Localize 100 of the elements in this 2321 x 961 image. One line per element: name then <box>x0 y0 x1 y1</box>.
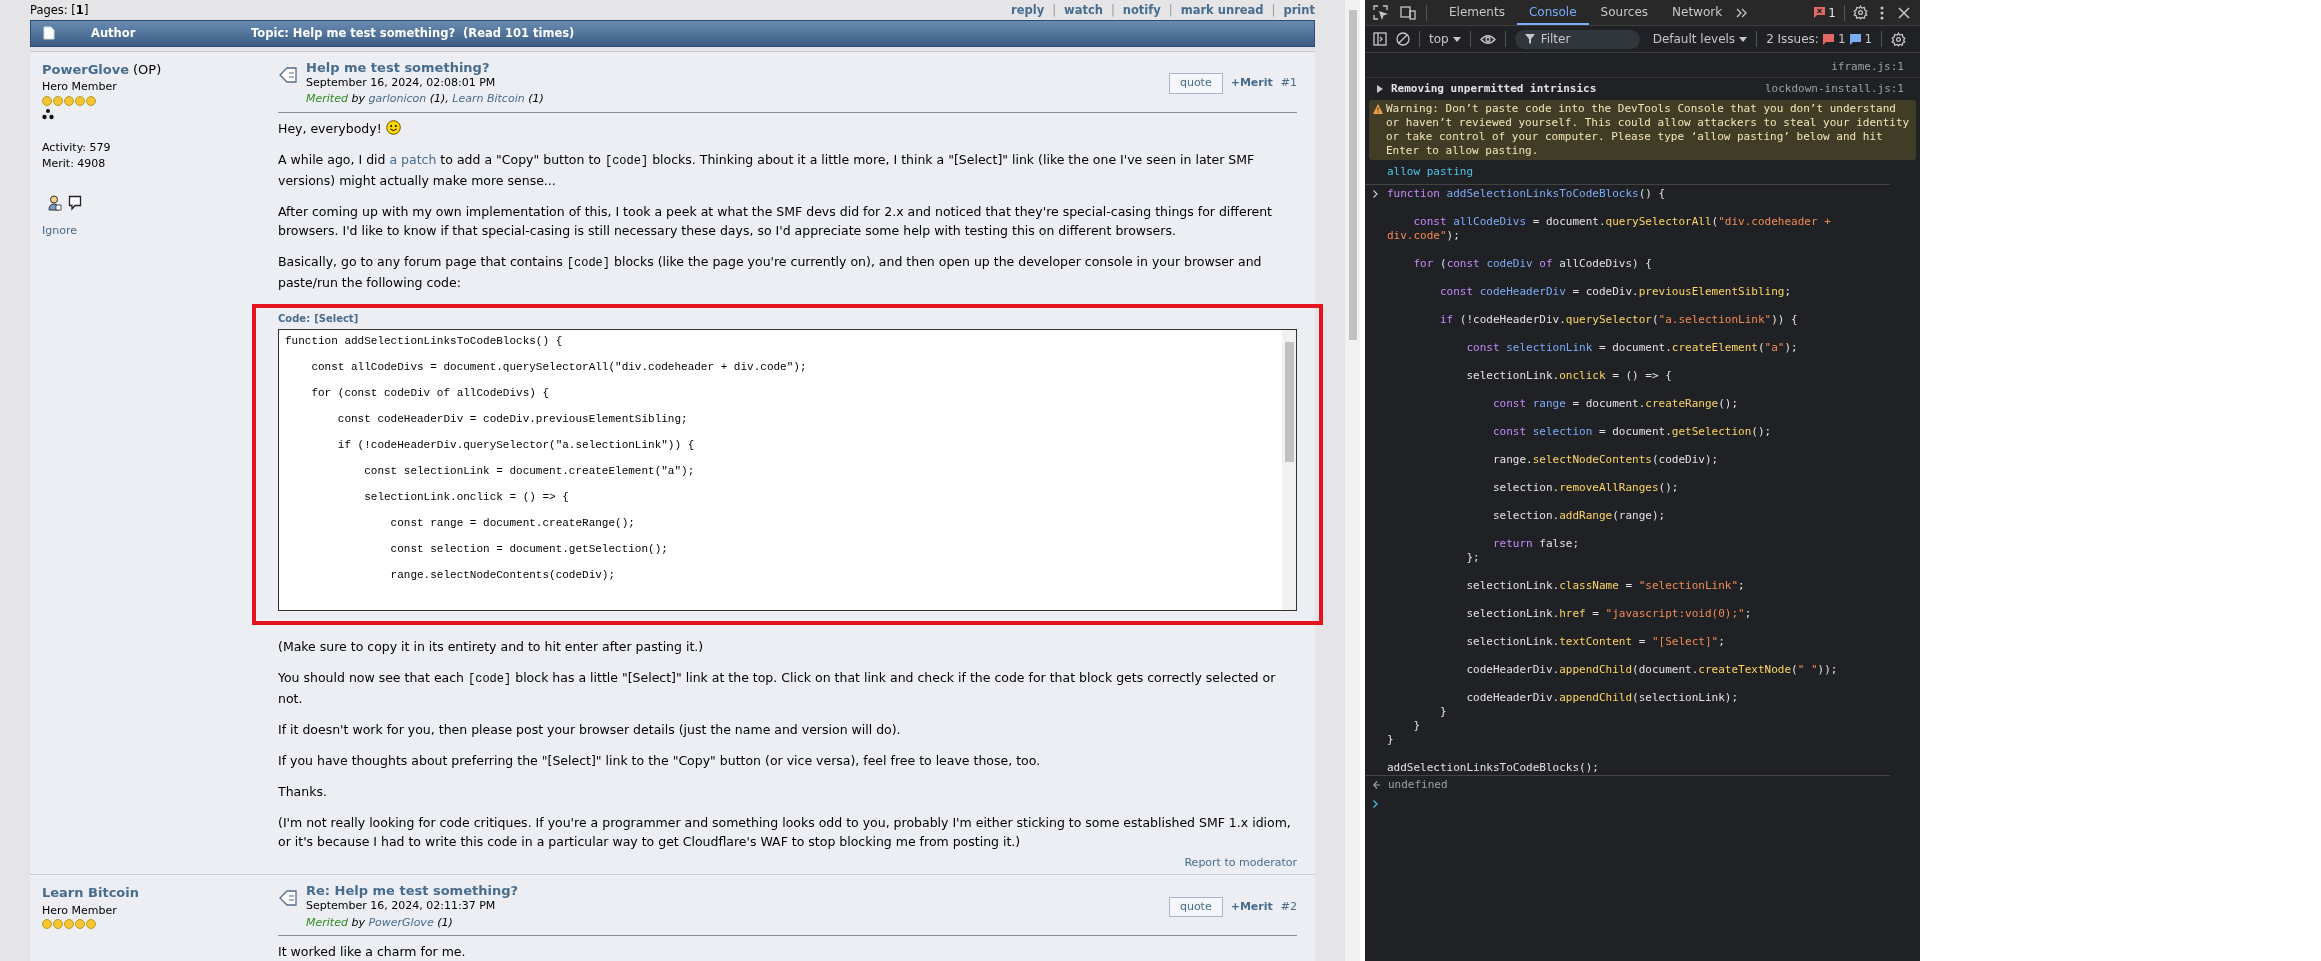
profile-icon[interactable] <box>48 194 62 211</box>
code-line: range.selectNodeContents(codeDiv); <box>389 568 617 581</box>
source-link[interactable]: lockdown-install.js:1 <box>1764 82 1904 96</box>
post-paragraph: Hey, everybody! <box>278 118 1297 138</box>
levels-dropdown[interactable]: Default levels <box>1652 30 1748 48</box>
settings-icon[interactable] <box>1853 5 1868 20</box>
post-title[interactable]: Re: Help me test something? <box>306 883 1161 898</box>
warning-message: Warning: Don’t paste code into the DevTools Console that you don’t understand or haven’t reviewed yourself. This could allow attackers to steal your identity or take control of your computer. Please type ‘allow pasting’ below and hit Enter to allow pasting. <box>1369 100 1916 160</box>
eye-icon[interactable] <box>1479 33 1496 45</box>
caret-icon <box>1452 36 1461 42</box>
post-number[interactable]: #2 <box>1280 898 1297 916</box>
separator: | <box>1052 1 1056 19</box>
code-line: if (!codeHeaderDiv.querySelector("a.selectionLink")) { <box>336 438 696 451</box>
pages-label: Pages: [1] <box>30 1 89 19</box>
console-input-line: selection.removeAllRanges(); <box>1491 481 1680 495</box>
devtools-tab[interactable]: Sources <box>1588 0 1661 25</box>
console-input-line: function addSelectionLinksToCodeBlocks() { <box>1387 187 1667 201</box>
console-input-line: const allCodeDivs = document.querySelectorAll("div.codeheader + div.code"); <box>1387 215 1832 243</box>
topic-action-link[interactable]: print <box>1283 1 1315 19</box>
document-icon <box>43 26 55 41</box>
page-scrollbar[interactable] <box>1345 0 1360 961</box>
author-name[interactable]: Learn Bitcoin <box>42 883 139 903</box>
console-input-line: selectionLink.className = "selectionLink"; <box>1465 579 1746 593</box>
code-scrollbar[interactable] <box>1282 329 1296 610</box>
issues-button[interactable]: 2 Issues: 1 1 <box>1766 30 1873 48</box>
context-dropdown[interactable]: top <box>1429 30 1461 48</box>
post-paragraph: Basically, go to any forum page that contains [code] blocks (like the page you're currently on), and then open up the developer console in your browser and paste/run the following code: <box>278 252 1263 292</box>
console-input-line: selectionLink.onclick = () => { <box>1465 369 1673 383</box>
kebab-menu-icon[interactable] <box>1880 5 1884 20</box>
sidebar-toggle-icon[interactable] <box>1373 32 1387 46</box>
console-group-title[interactable]: Removing unpermitted intrinsics <box>1391 82 1597 96</box>
error-badge[interactable]: 1 <box>1814 3 1836 22</box>
console-input-line: const range = document.createRange(); <box>1491 397 1740 411</box>
code-line: const codeHeaderDiv = codeDiv.previousElementSibling; <box>336 412 689 425</box>
console-input-line: const codeHeaderDiv = codeDiv.previousElementSibling; <box>1439 285 1792 299</box>
devtools-tab[interactable]: Network <box>1660 0 1735 25</box>
console-input-line: selection.addRange(range); <box>1491 509 1667 523</box>
filter-icon <box>1524 34 1535 44</box>
console-input-line: } <box>1387 733 1395 747</box>
topic-action-link[interactable]: notify <box>1122 1 1161 19</box>
prompt-chevron-icon <box>1373 190 1378 198</box>
post-paragraph: A while ago, I did a patch to add a "Copy" button to [code] blocks. Thinking about it a little more, I think a "[Select]" link (like the one I've seen in later SMF versions) might actually make more sense... <box>278 150 1256 190</box>
console-input-line: } <box>1439 705 1448 719</box>
post-paragraph: It worked like a charm for me. <box>278 943 467 961</box>
quote-button[interactable]: quote <box>1168 896 1223 918</box>
separator: | <box>1168 1 1173 19</box>
code-line: const range = document.createRange(); <box>389 516 636 529</box>
source-link[interactable]: iframe.js:1 <box>1831 60 1904 74</box>
close-icon[interactable] <box>1898 6 1910 19</box>
console-message: allow pasting <box>1387 165 1474 178</box>
post-paragraph: (I'm not really looking for code critiques. If you're a programmer and something looks odd to you, probably I'm either sticking to some established SMF 1.x idiom, or it's because I had to write this code in a particular way to get Cloudflare's WAF to stop blocking me from posting it.) <box>278 813 1292 851</box>
rank-dots-icon <box>42 108 54 120</box>
patch-link[interactable]: a patch <box>389 151 437 167</box>
post-title[interactable]: Help me test something? <box>306 59 1161 75</box>
code-label: Code: <box>278 311 311 326</box>
console-input-line: const selection = document.getSelection(); <box>1491 425 1773 439</box>
code-line: const selection = document.getSelection(); <box>389 542 669 555</box>
code-line: const selectionLink = document.createElement("a"); <box>363 464 696 477</box>
devtools-tab[interactable]: Elements <box>1437 0 1517 25</box>
report-link[interactable]: Report to moderator <box>1184 854 1297 871</box>
merit-link[interactable]: +Merit <box>1230 898 1273 916</box>
message-icon[interactable] <box>68 194 82 211</box>
merit-count: Merit: 4908 <box>42 156 107 172</box>
devtools-tab[interactable]: Console <box>1516 0 1589 25</box>
post-paragraph: (Make sure to copy it in its entirety and to hit enter after pasting it.) <box>278 637 705 656</box>
warning-icon <box>1373 104 1383 114</box>
clear-console-icon[interactable] <box>1396 32 1410 46</box>
settings-icon[interactable] <box>1891 31 1907 47</box>
code-line: for (const codeDiv of allCodeDivs) { <box>310 386 551 399</box>
smiley-icon <box>385 119 401 135</box>
separator: | <box>1271 1 1276 19</box>
filter-field[interactable]: Filter <box>1514 29 1640 49</box>
post-paragraph: If you have thoughts about preferring the "[Select]" link to the "Copy" button (or vice versa), feel free to leave those, too. <box>278 751 1042 770</box>
info-message-icon <box>1849 33 1861 45</box>
topic-title-header: Topic: Help me test something? (Read 101 times) <box>251 24 575 42</box>
prompt-chevron-icon[interactable] <box>1373 800 1378 808</box>
post-date: September 16, 2024, 02:08:01 PM <box>306 75 497 91</box>
expand-arrow-icon[interactable] <box>1377 85 1383 93</box>
post-icon <box>278 889 298 907</box>
error-icon <box>1814 7 1826 18</box>
author-name[interactable]: PowerGlove <box>42 59 130 79</box>
console-input-line: return false; <box>1491 537 1581 551</box>
inspect-icon[interactable] <box>1373 5 1388 20</box>
console-input-line: selectionLink.href = "javascript:void(0);"; <box>1465 607 1753 621</box>
quote-button[interactable]: quote <box>1168 73 1223 94</box>
console-input-line: range.selectNodeContents(codeDiv); <box>1491 453 1720 467</box>
post-icon <box>278 65 298 84</box>
console-input-line: for (const codeDiv of allCodeDivs) { <box>1412 257 1653 271</box>
device-toggle-icon[interactable] <box>1400 5 1416 20</box>
topic-action-link[interactable]: reply <box>1011 1 1045 19</box>
merit-link[interactable]: +Merit <box>1230 75 1273 92</box>
topic-action-link[interactable]: watch <box>1064 1 1103 19</box>
post-number[interactable]: #1 <box>1280 75 1297 92</box>
topic-action-link[interactable]: mark unread <box>1180 1 1264 19</box>
console-input-line: addSelectionLinksToCodeBlocks(); <box>1387 761 1600 775</box>
separator: | <box>1110 1 1115 19</box>
more-tabs-icon[interactable] <box>1736 7 1749 18</box>
select-link[interactable]: [Select] <box>314 310 359 326</box>
ignore-link[interactable]: Ignore <box>42 222 252 239</box>
op-label: (OP) <box>133 60 162 79</box>
